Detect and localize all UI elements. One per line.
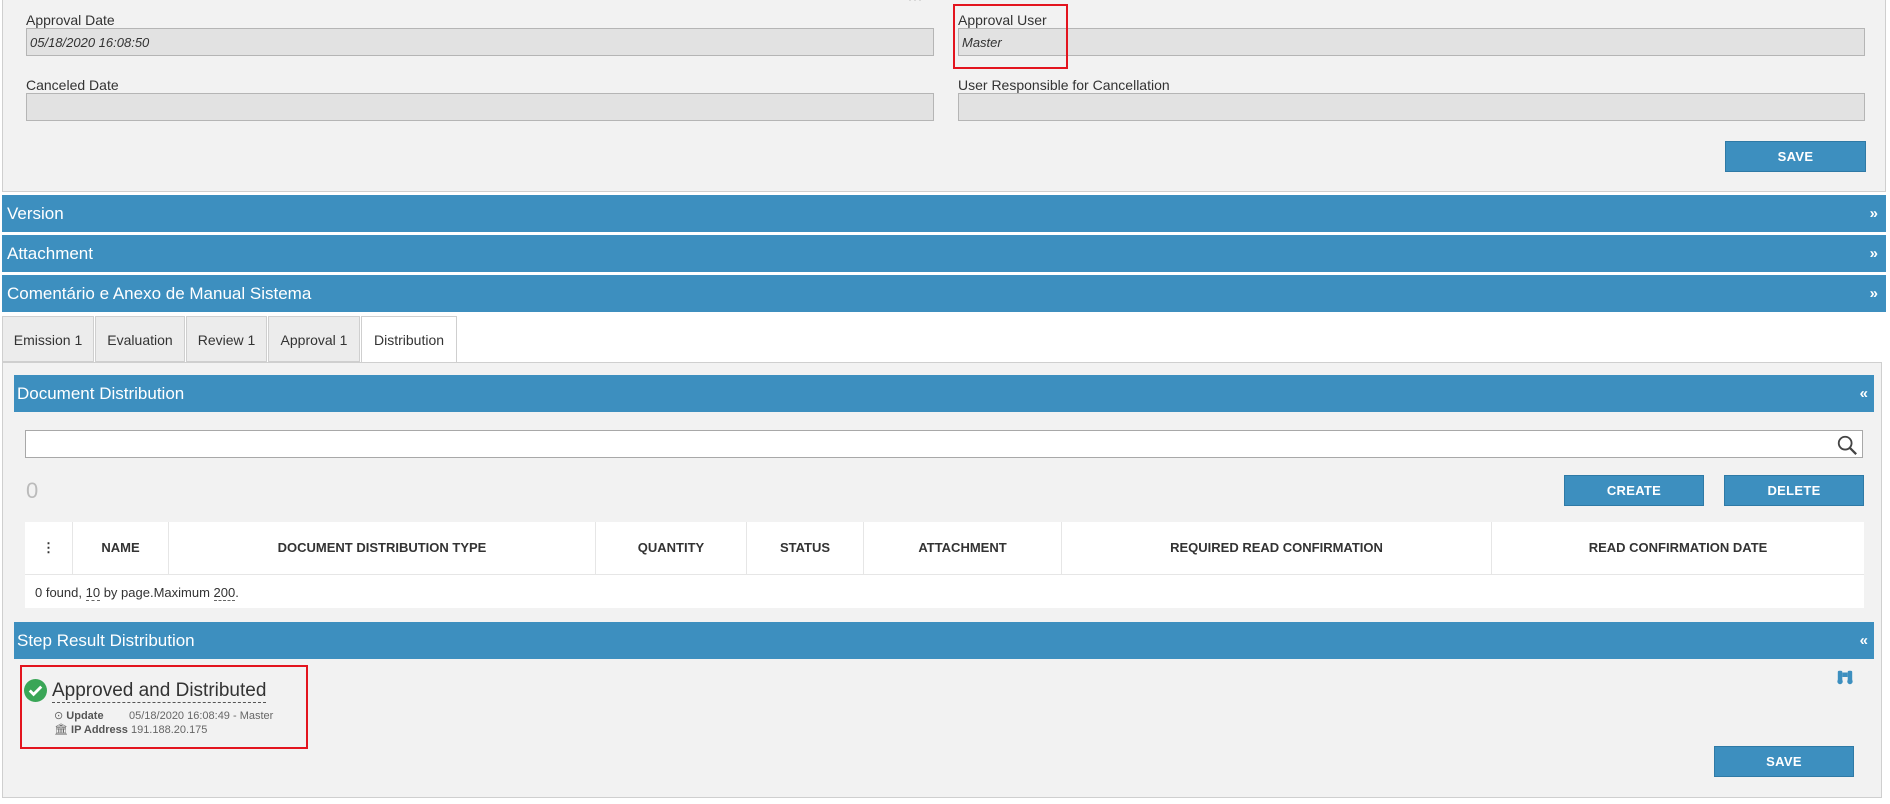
cancel-user-field[interactable]	[958, 93, 1865, 121]
accordion-comment-manual[interactable]: Comentário e Anexo de Manual Sistema »	[2, 275, 1886, 312]
ip-value: 191.188.20.175	[130, 724, 208, 736]
collapse-icon: «	[1859, 632, 1868, 649]
clock-icon: ⊙	[54, 710, 64, 722]
footer-found: 0 found,	[35, 585, 86, 600]
record-count: 0	[26, 478, 39, 503]
column-header-name[interactable]: NAME	[73, 522, 169, 574]
accordion-version-label: Version	[7, 204, 64, 223]
column-menu-icon[interactable]: ⋮	[25, 522, 73, 574]
search-icon[interactable]	[1836, 434, 1858, 456]
update-row: ⊙ Update	[54, 709, 104, 722]
create-button[interactable]: CREATE	[1564, 475, 1704, 506]
maximum-selector[interactable]: 200	[213, 585, 236, 601]
step-save-button[interactable]: SAVE	[1714, 746, 1854, 777]
approval-user-highlight	[953, 4, 1068, 69]
expand-icon: »	[1869, 205, 1878, 222]
more-icon[interactable]: ···	[908, 0, 923, 6]
update-label: Update	[66, 710, 104, 722]
column-header-status[interactable]: STATUS	[747, 522, 864, 574]
update-value: 05/18/2020 16:08:49 - Master	[129, 710, 274, 722]
column-header-read-confirmation-date[interactable]: READ CONFIRMATION DATE	[1492, 522, 1864, 574]
column-header-distribution-type[interactable]: DOCUMENT DISTRIBUTION TYPE	[169, 522, 596, 574]
accordion-comment-manual-label: Comentário e Anexo de Manual Sistema	[7, 284, 312, 303]
approval-user-field[interactable]: Master	[958, 28, 1865, 56]
footer-end: .	[235, 585, 239, 600]
tab-review-1[interactable]: Review 1	[186, 316, 267, 362]
distribution-table: ⋮ NAME DOCUMENT DISTRIBUTION TYPE QUANTI…	[25, 522, 1864, 574]
column-header-attachment[interactable]: ATTACHMENT	[864, 522, 1062, 574]
check-circle-icon	[24, 679, 47, 702]
tab-distribution[interactable]: Distribution	[361, 316, 457, 363]
delete-button[interactable]: DELETE	[1724, 475, 1864, 506]
canceled-date-label: Canceled Date	[26, 77, 119, 93]
accordion-version[interactable]: Version »	[2, 195, 1886, 232]
collapse-icon: «	[1859, 385, 1868, 402]
approval-date-field[interactable]: 05/18/2020 16:08:50	[26, 28, 934, 56]
document-distribution-title: Document Distribution	[17, 384, 185, 403]
cancel-user-label: User Responsible for Cancellation	[958, 77, 1170, 93]
column-header-required-read-confirmation[interactable]: REQUIRED READ CONFIRMATION	[1062, 522, 1492, 574]
footer-mid: by page.Maximum	[100, 585, 214, 600]
search-input[interactable]	[25, 430, 1863, 458]
per-page-selector[interactable]: 10	[85, 585, 101, 601]
expand-icon: »	[1869, 285, 1878, 302]
accordion-attachment-label: Attachment	[7, 244, 93, 263]
expand-icon: »	[1869, 245, 1878, 262]
document-distribution-header[interactable]: Document Distribution «	[14, 375, 1874, 412]
step-result-title: Step Result Distribution	[17, 631, 195, 650]
approval-date-label: Approval Date	[26, 12, 115, 28]
step-result-header[interactable]: Step Result Distribution «	[14, 622, 1874, 659]
result-highlight	[20, 665, 308, 749]
column-header-quantity[interactable]: QUANTITY	[596, 522, 747, 574]
result-label[interactable]: Approved and Distributed	[52, 680, 267, 703]
ip-row: 🏛 IP Address 191.188.20.175	[54, 723, 207, 736]
approval-save-button[interactable]: SAVE	[1725, 141, 1866, 172]
tab-approval-1[interactable]: Approval 1	[268, 316, 360, 362]
table-footer: 0 found, 10 by page.Maximum 200.	[25, 574, 1864, 608]
tab-emission-1[interactable]: Emission 1	[2, 316, 94, 362]
accordion-attachment[interactable]: Attachment »	[2, 235, 1886, 272]
canceled-date-field[interactable]	[26, 93, 934, 121]
tab-evaluation[interactable]: Evaluation	[95, 316, 185, 362]
binoculars-icon[interactable]	[1836, 668, 1854, 686]
ip-label: IP Address	[71, 724, 128, 736]
bank-icon: 🏛	[54, 724, 68, 736]
